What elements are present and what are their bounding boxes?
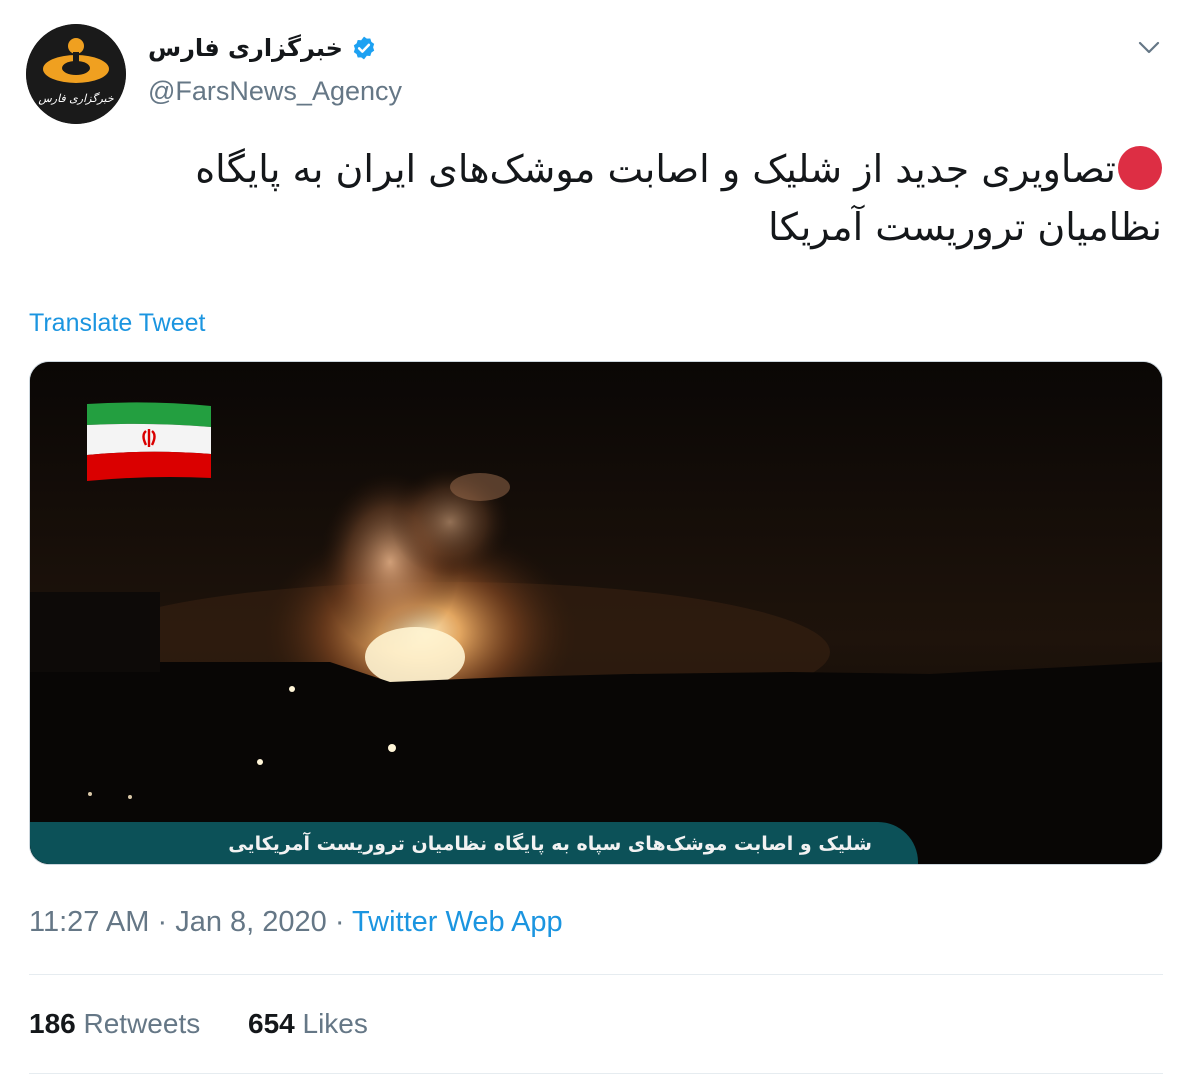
retweets-label: Retweets	[83, 1008, 201, 1039]
retweets-stat[interactable]: 186 Retweets	[29, 1008, 200, 1039]
tweet-text: تصاویری جدید از شلیک و اصابت موشک‌های ای…	[62, 140, 1162, 256]
iran-flag-icon	[87, 402, 211, 481]
likes-stat[interactable]: 654 Likes	[248, 1008, 368, 1039]
fars-logo-icon: خبرگزاری فارس	[26, 24, 126, 124]
tweet-meta: 11:27 AM · Jan 8, 2020 · Twitter Web App	[29, 906, 563, 939]
meta-separator: ·	[334, 906, 345, 938]
video-caption-bar: شلیک و اصابت موشک‌های سپاه به پایگاه نظا…	[30, 822, 918, 864]
red-circle-emoji	[1118, 146, 1162, 190]
avatar[interactable]: خبرگزاری فارس	[26, 24, 126, 124]
tweet-stats: 186 Retweets 654 Likes	[29, 1008, 368, 1040]
author-name-row: خبرگزاری فارس	[148, 34, 377, 62]
chevron-down-icon[interactable]	[1136, 36, 1162, 58]
avatar-logo-text: خبرگزاری فارس	[38, 92, 114, 105]
divider	[29, 1073, 1163, 1074]
divider	[29, 974, 1163, 975]
tweet-source-link[interactable]: Twitter Web App	[352, 906, 563, 938]
tweet-card: خبرگزاری فارس خبرگزاری فارس @FarsNews_Ag…	[0, 0, 1194, 1082]
video-caption: شلیک و اصابت موشک‌های سپاه به پایگاه نظا…	[228, 833, 872, 855]
author-display-name[interactable]: خبرگزاری فارس	[148, 34, 343, 62]
likes-count: 654	[248, 1008, 295, 1039]
meta-separator: ·	[157, 906, 168, 938]
tweet-body: تصاویری جدید از شلیک و اصابت موشک‌های ای…	[195, 147, 1162, 249]
tweet-date[interactable]: Jan 8, 2020	[175, 906, 327, 938]
likes-label: Likes	[302, 1008, 368, 1039]
retweets-count: 186	[29, 1008, 76, 1039]
translate-tweet-link[interactable]: Translate Tweet	[29, 309, 205, 338]
tweet-video[interactable]: شلیک و اصابت موشک‌های سپاه به پایگاه نظا…	[29, 361, 1163, 865]
verified-badge-icon	[353, 36, 375, 60]
tweet-time[interactable]: 11:27 AM	[29, 906, 149, 938]
author-handle[interactable]: @FarsNews_Agency	[148, 76, 402, 107]
